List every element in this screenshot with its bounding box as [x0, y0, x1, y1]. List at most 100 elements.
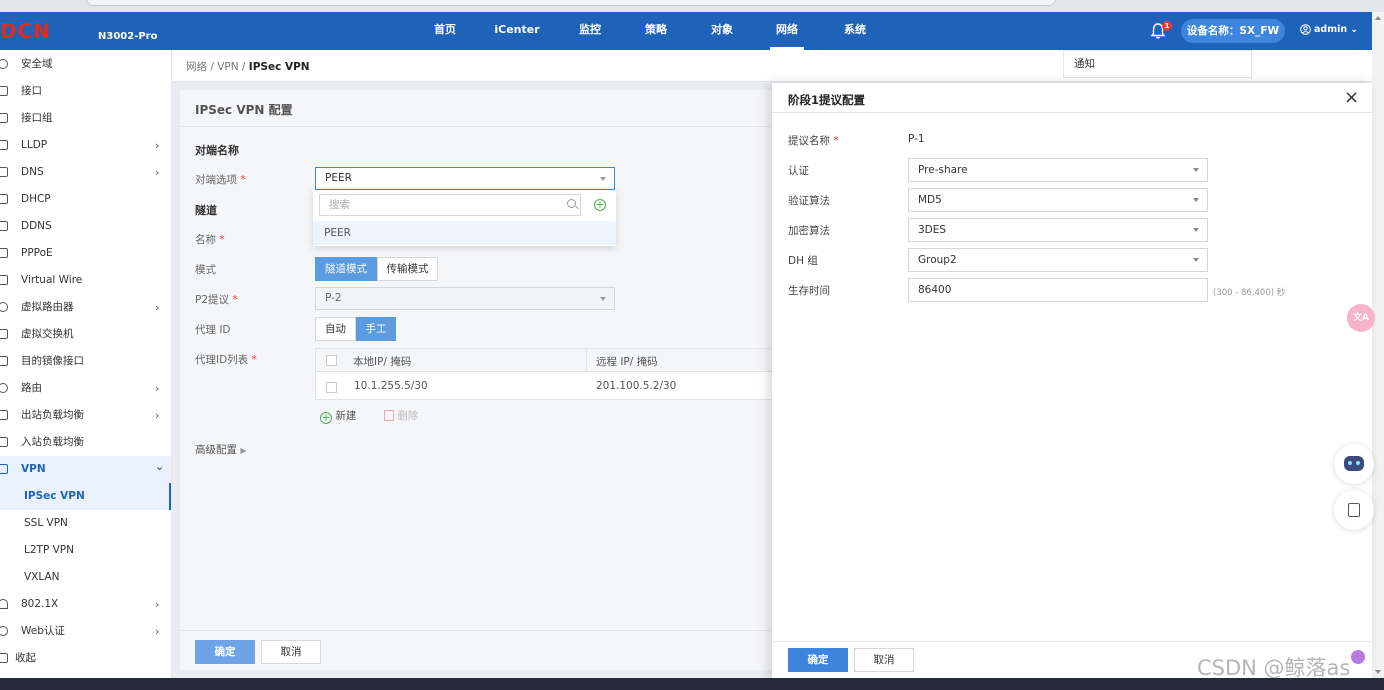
dh-group-label: DH 组 — [788, 255, 818, 267]
sidebar-item-outbound-lb[interactable]: 出站负载均衡 › — [0, 402, 171, 429]
dh-group-select[interactable]: Group2 — [908, 248, 1208, 272]
lldp-icon — [0, 140, 8, 150]
tunnel-section-title: 隧道 — [195, 204, 217, 217]
mode-transport-button[interactable]: 传输模式 — [377, 257, 438, 281]
notes-button[interactable] — [1334, 490, 1374, 530]
nav-object[interactable]: 对象 — [702, 12, 742, 50]
peer-dropdown: 搜索 + PEER — [313, 190, 616, 246]
virtual-switch-icon — [0, 329, 8, 339]
scroll-up-arrow[interactable] — [1375, 16, 1381, 20]
scroll-down-arrow[interactable] — [1375, 670, 1381, 674]
sidebar-item-8021x[interactable]: 802.1X › — [0, 591, 171, 618]
new-button[interactable]: + 新建 — [320, 408, 356, 424]
sidebar-item-web-auth[interactable]: Web认证 › — [0, 618, 171, 645]
panel-cancel-button[interactable]: 取消 — [854, 648, 914, 672]
p2-proposal-select[interactable]: P-2 — [315, 287, 615, 310]
close-icon[interactable]: × — [1344, 88, 1359, 108]
peer-select[interactable]: PEER — [315, 167, 615, 190]
device-name-badge[interactable]: 设备名称：SX_FW — [1181, 19, 1285, 43]
caret-down-icon — [600, 177, 606, 181]
add-peer-icon[interactable]: + — [594, 199, 606, 211]
nav-policy[interactable]: 策略 — [636, 12, 676, 50]
wifi-icon — [0, 599, 8, 609]
breadcrumb-path[interactable]: 网络 / VPN / — [186, 61, 249, 73]
nav-network[interactable]: 网络 — [770, 12, 804, 50]
notification-popup[interactable]: 通知 — [1063, 50, 1252, 78]
user-menu[interactable]: admin ⌄ — [1300, 24, 1358, 35]
chevron-down-icon: ⌄ — [1350, 24, 1359, 35]
dcn-logo: DCN — [0, 22, 50, 40]
assistant-bot-button[interactable] — [1334, 444, 1374, 484]
dhcp-icon — [0, 194, 8, 204]
mode-tunnel-button[interactable]: 隧道模式 — [315, 257, 377, 281]
row-remote-ip: 201.100.5.2/30 — [596, 380, 677, 392]
peer-select-value: PEER — [325, 172, 352, 184]
lifetime-hint: (300 - 86,400) 秒 — [1213, 288, 1286, 298]
proxy-manual-button[interactable]: 手工 — [356, 317, 396, 341]
peer-option-label: 对端选项 * — [195, 174, 246, 186]
delete-button[interactable]: 删除 — [384, 408, 418, 423]
select-all-checkbox[interactable] — [326, 355, 337, 366]
sidebar-collapse[interactable]: 收起 — [0, 645, 171, 672]
browser-top-strip — [0, 0, 1384, 12]
nav-monitor[interactable]: 监控 — [570, 12, 610, 50]
user-icon — [1300, 24, 1311, 35]
caret-right-icon: ▶ — [240, 446, 247, 455]
model-name: N3002-Pro — [98, 31, 158, 42]
encryption-algorithm-label: 加密算法 — [788, 225, 830, 237]
proxy-auto-button[interactable]: 自动 — [315, 317, 356, 341]
sidebar-item-pppoe[interactable]: PPPoE — [0, 240, 171, 267]
auth-label: 认证 — [788, 165, 809, 177]
sidebar-item-interface[interactable]: 接口 — [0, 78, 171, 105]
nav-home[interactable]: 首页 — [425, 12, 465, 50]
sidebar-item-l2tp-vpn[interactable]: L2TP VPN — [0, 537, 171, 564]
encryption-algorithm-select[interactable]: 3DES — [908, 218, 1208, 242]
row-checkbox[interactable] — [326, 382, 337, 393]
browser-address-bar[interactable] — [86, 0, 1056, 6]
panel-confirm-button[interactable]: 确定 — [788, 648, 848, 672]
peer-option[interactable]: PEER — [313, 221, 616, 245]
column-local: 本地IP/ 掩码 — [353, 356, 412, 368]
hash-algorithm-select[interactable]: MD5 — [908, 188, 1208, 212]
sidebar-item-dns[interactable]: DNS › — [0, 159, 171, 186]
advanced-config-toggle[interactable]: 高级配置 ▶ — [195, 442, 247, 457]
page-scrollbar[interactable] — [1372, 12, 1384, 678]
sidebar-item-ipsec-vpn[interactable]: IPSec VPN — [0, 483, 171, 510]
sidebar-item-inbound-lb[interactable]: 入站负载均衡 — [0, 429, 171, 456]
nav-system[interactable]: 系统 — [835, 12, 875, 50]
sidebar-item-virtual-wire[interactable]: Virtual Wire — [0, 267, 171, 294]
phase1-proposal-panel: 阶段1提议配置 × 提议名称 * P-1 认证 Pre-share 验证算法 M… — [772, 83, 1372, 678]
tunnel-name-label: 名称 * — [195, 234, 225, 246]
proposal-name-label: 提议名称 * — [788, 135, 839, 147]
sidebar-item-interface-group[interactable]: 接口组 — [0, 105, 171, 132]
auth-select[interactable]: Pre-share — [908, 158, 1208, 182]
sidebar-item-route[interactable]: 路由 › — [0, 375, 171, 402]
sidebar-item-virtual-switch[interactable]: 虚拟交换机 — [0, 321, 171, 348]
sidebar-item-dhcp[interactable]: DHCP — [0, 186, 171, 213]
sidebar-item-security-zone[interactable]: 安全域 — [0, 51, 171, 78]
sidebar-item-vpn[interactable]: VPN ⌄ — [0, 456, 171, 483]
sidebar-item-virtual-router[interactable]: 虚拟路由器 › — [0, 294, 171, 321]
nav-icenter[interactable]: iCenter — [492, 12, 542, 50]
proposal-name-value: P-1 — [908, 133, 925, 145]
sidebar-item-lldp[interactable]: LLDP › — [0, 132, 171, 159]
desktop-taskbar — [0, 678, 1384, 690]
peer-search-input[interactable]: 搜索 — [319, 194, 581, 216]
lifetime-input[interactable]: 86400 — [908, 278, 1208, 302]
page-title: IPSec VPN 配置 — [195, 103, 293, 117]
translate-icon[interactable]: 文A — [1347, 304, 1375, 332]
confirm-button[interactable]: 确定 — [195, 640, 255, 664]
sidebar-item-ddns[interactable]: DDNS — [0, 213, 171, 240]
cancel-button[interactable]: 取消 — [261, 640, 321, 664]
caret-down-icon — [1193, 168, 1199, 172]
interface-icon — [0, 86, 8, 96]
column-divider — [586, 349, 587, 372]
column-remote: 远程 IP/ 掩码 — [596, 356, 658, 368]
web-auth-icon — [0, 626, 8, 636]
globe-icon — [0, 59, 8, 69]
sidebar-item-vxlan[interactable]: VXLAN — [0, 564, 171, 591]
chevron-right-icon: › — [155, 409, 160, 422]
top-header: DCN N3002-Pro 首页 iCenter 监控 策略 对象 网络 系统 … — [0, 12, 1372, 50]
sidebar-item-ssl-vpn[interactable]: SSL VPN — [0, 510, 171, 537]
sidebar-item-mirror-interface[interactable]: 目的镜像接口 — [0, 348, 171, 375]
